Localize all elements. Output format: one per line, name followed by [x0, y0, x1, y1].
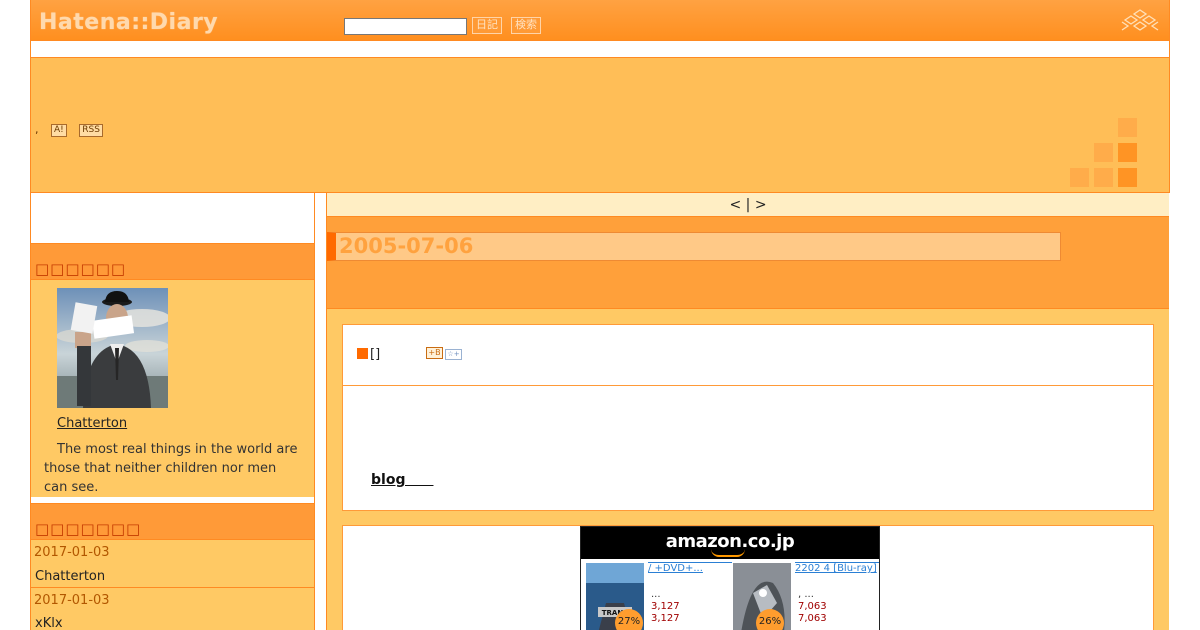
amazon-widget: amazon.co.jp TRANS 27% / +DVD+... ... 3,… — [580, 526, 880, 630]
header-spacer — [30, 41, 1170, 58]
prev-day-link[interactable]: < — [729, 197, 741, 213]
search-button[interactable]: 検索 — [511, 17, 541, 34]
blog-link[interactable]: blog — [371, 469, 433, 489]
page-frame: Hatena::Diary 日記 検索 , A! RSS □□□□□□ Chat… — [30, 0, 1170, 630]
deco-square — [1070, 168, 1089, 187]
amazon-product[interactable]: 26% 2202 4 [Blu-ray] , ... 7,063 7,063 — [728, 562, 879, 630]
deco-square — [1118, 118, 1137, 137]
product-price: 7,063 — [798, 613, 827, 624]
recent-item-date: 2017-01-03 — [34, 593, 110, 608]
banner-meta: , A! RSS — [35, 123, 103, 137]
product-title[interactable]: 2202 4 [Blu-ray] — [795, 562, 879, 575]
hatena-corner-icon — [1121, 9, 1159, 31]
profile-name-link[interactable]: Chatterton — [57, 416, 127, 431]
product-price: 3,127 — [651, 613, 680, 624]
recent-item-name[interactable]: xKlx — [35, 616, 63, 630]
date-title-box: 2005-07-06 — [327, 232, 1061, 261]
recent-heading: □□□□□□□ — [35, 520, 142, 538]
entry-title[interactable]: [] — [357, 347, 380, 362]
deco-square — [1094, 168, 1113, 187]
diary-entry: [] +B ☆+ blog — [342, 324, 1154, 511]
amazon-header[interactable]: amazon.co.jp — [581, 527, 879, 559]
day-navigation: < | > — [327, 193, 1169, 217]
discount-badge: 26% — [756, 609, 784, 630]
amazon-widget-container: amazon.co.jp TRANS 27% / +DVD+... ... 3,… — [342, 525, 1154, 630]
day-header: 2005-07-06 — [327, 217, 1169, 309]
search-input[interactable] — [344, 18, 467, 35]
entry-title-text: [] — [370, 347, 381, 362]
entry-bullet-icon — [357, 348, 368, 359]
recent-divider — [31, 587, 314, 588]
banner-comma: , — [35, 123, 39, 136]
diary-button[interactable]: 日記 — [472, 17, 502, 34]
discount-badge: 27% — [615, 609, 643, 630]
product-ellipsis: , ... — [798, 589, 814, 600]
recent-item-date: 2017-01-03 — [34, 545, 110, 560]
hatena-diary-logo[interactable]: Hatena::Diary — [39, 10, 218, 35]
product-title[interactable]: / +DVD+... — [648, 562, 732, 575]
diary-banner: , A! RSS — [30, 58, 1170, 193]
product-price: 7,063 — [798, 601, 827, 612]
date-title[interactable]: 2005-07-06 — [339, 233, 473, 260]
deco-square — [1118, 143, 1137, 162]
entry-divider — [343, 385, 1153, 386]
top-bar: Hatena::Diary 日記 検索 — [30, 0, 1170, 41]
hatena-star-icon[interactable]: ☆+ — [445, 349, 462, 360]
profile-heading: □□□□□□ — [35, 260, 127, 278]
nav-separator: | — [745, 197, 751, 213]
profile-heading-bar: □□□□□□ — [31, 243, 314, 280]
recent-item-name[interactable]: Chatterton — [35, 569, 105, 584]
sidebar: □□□□□□ Chatterton The most real things i… — [30, 193, 315, 630]
profile-avatar[interactable] — [57, 288, 168, 408]
amazon-smile-icon — [711, 549, 745, 557]
hatena-bookmark-icon[interactable]: +B — [426, 347, 443, 359]
product-price: 3,127 — [651, 601, 680, 612]
sidebar-top-blank — [31, 193, 314, 243]
amazon-product[interactable]: TRANS 27% / +DVD+... ... 3,127 3,127 — [581, 562, 732, 630]
product-ellipsis: ... — [651, 589, 661, 600]
rss-badge[interactable]: RSS — [79, 123, 103, 137]
deco-square — [1118, 168, 1137, 187]
antenna-badge[interactable]: A! — [51, 123, 67, 137]
main-content: < | > 2005-07-06 [] +B ☆+ blog amazon.co… — [326, 193, 1169, 630]
profile-description: The most real things in the world are th… — [44, 442, 298, 495]
deco-square — [1094, 143, 1113, 162]
recent-heading-bar: □□□□□□□ — [31, 503, 314, 540]
next-day-link[interactable]: > — [755, 197, 767, 213]
